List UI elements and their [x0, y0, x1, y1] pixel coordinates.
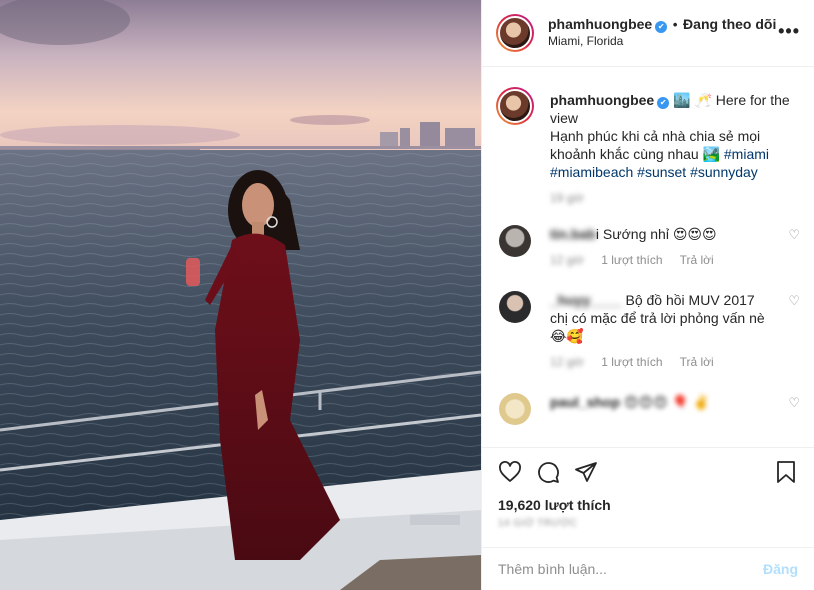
header-text: phamhuongbee ✔ • Đang theo dõi Miami, Flo… [548, 16, 776, 50]
comment-body: tin.babi Sướng nhỉ 😍😍😍 12 giờ 1 lượt thí… [550, 225, 800, 269]
post-location[interactable]: Miami, Florida [548, 33, 776, 50]
following-button[interactable]: Đang theo dõi [683, 16, 776, 32]
comment-text: 😍😍😍 🎈 ✌️ [623, 394, 711, 410]
caption-body: phamhuongbee ✔ 🏙️ 🥂 Here for the view Hạn… [550, 91, 800, 207]
comment-likes[interactable]: 1 lượt thích [601, 253, 662, 267]
commenter-username[interactable]: paul_shop [550, 394, 620, 410]
comment-heart-icon[interactable]: ♡ [788, 395, 800, 411]
action-icons [498, 456, 798, 488]
post-header: phamhuongbee ✔ • Đang theo dõi Miami, Flo… [482, 0, 814, 67]
post-photo[interactable] [0, 0, 481, 590]
post-side-panel: phamhuongbee ✔ • Đang theo dõi Miami, Flo… [481, 0, 814, 590]
comment-item: tin.babi Sướng nhỉ 😍😍😍 12 giờ 1 lượt thí… [482, 225, 814, 269]
verified-badge-icon: ✔ [657, 97, 670, 109]
comment-text: i Sướng nhỉ 😍😍😍 [595, 226, 717, 242]
comments-section[interactable]: phamhuongbee ✔ 🏙️ 🥂 Here for the view Hạn… [482, 67, 814, 447]
caption-time[interactable]: 19 giờ [550, 191, 584, 205]
send-icon[interactable] [574, 460, 598, 484]
caption: phamhuongbee ✔ 🏙️ 🥂 Here for the view Hạn… [482, 67, 814, 207]
post-date[interactable]: 14 GIỜ TRƯỚC [498, 518, 798, 529]
more-horizontal-icon[interactable]: ••• [778, 22, 800, 40]
reply-button[interactable]: Trả lời [680, 253, 714, 267]
commenter-avatar[interactable] [499, 393, 531, 425]
likes-count[interactable]: 19,620 lượt thích [498, 497, 798, 513]
comment-time[interactable]: 12 giờ [550, 355, 584, 369]
reply-button[interactable]: Trả lời [680, 355, 714, 369]
comment-icon[interactable] [536, 460, 560, 484]
post-comment-button[interactable]: Đăng [763, 561, 798, 577]
comment-likes[interactable]: 1 lượt thích [601, 355, 662, 369]
hashtag-link[interactable]: #sunset [637, 164, 686, 180]
commenter-avatar[interactable] [499, 225, 531, 257]
comment-heart-icon[interactable]: ♡ [788, 227, 800, 243]
hashtag-link[interactable]: #miami [724, 146, 769, 162]
comment-item: paul_shop 😍😍😍 🎈 ✌️ ♡ [482, 393, 814, 425]
author-avatar[interactable] [496, 14, 534, 52]
commenter-avatar[interactable] [499, 291, 531, 323]
bookmark-icon[interactable] [774, 460, 798, 484]
comment-body: _huyy____ Bộ đồ hồi MUV 2017 chị có mặc … [550, 291, 800, 371]
post-actions: 19,620 lượt thích 14 GIỜ TRƯỚC [482, 447, 814, 537]
comment-input[interactable] [498, 561, 763, 577]
hashtag-link[interactable]: #sunnyday [690, 164, 758, 180]
hashtag-link[interactable]: #miamibeach [550, 164, 633, 180]
author-username[interactable]: phamhuongbee [548, 16, 652, 32]
comment-heart-icon[interactable]: ♡ [788, 293, 800, 309]
comment-time[interactable]: 12 giờ [550, 253, 584, 267]
commenter-username[interactable]: tin.bab [550, 226, 596, 242]
heart-icon[interactable] [498, 460, 522, 484]
add-comment-bar: Đăng [482, 547, 814, 590]
comment-body: paul_shop 😍😍😍 🎈 ✌️ [550, 393, 800, 425]
commenter-username[interactable]: _huyy____ [550, 292, 622, 308]
comment-item: _huyy____ Bộ đồ hồi MUV 2017 chị có mặc … [482, 291, 814, 371]
caption-avatar[interactable] [496, 87, 534, 125]
caption-username[interactable]: phamhuongbee [550, 92, 654, 108]
header-separator: • [672, 17, 678, 32]
verified-badge-icon: ✔ [655, 21, 668, 33]
